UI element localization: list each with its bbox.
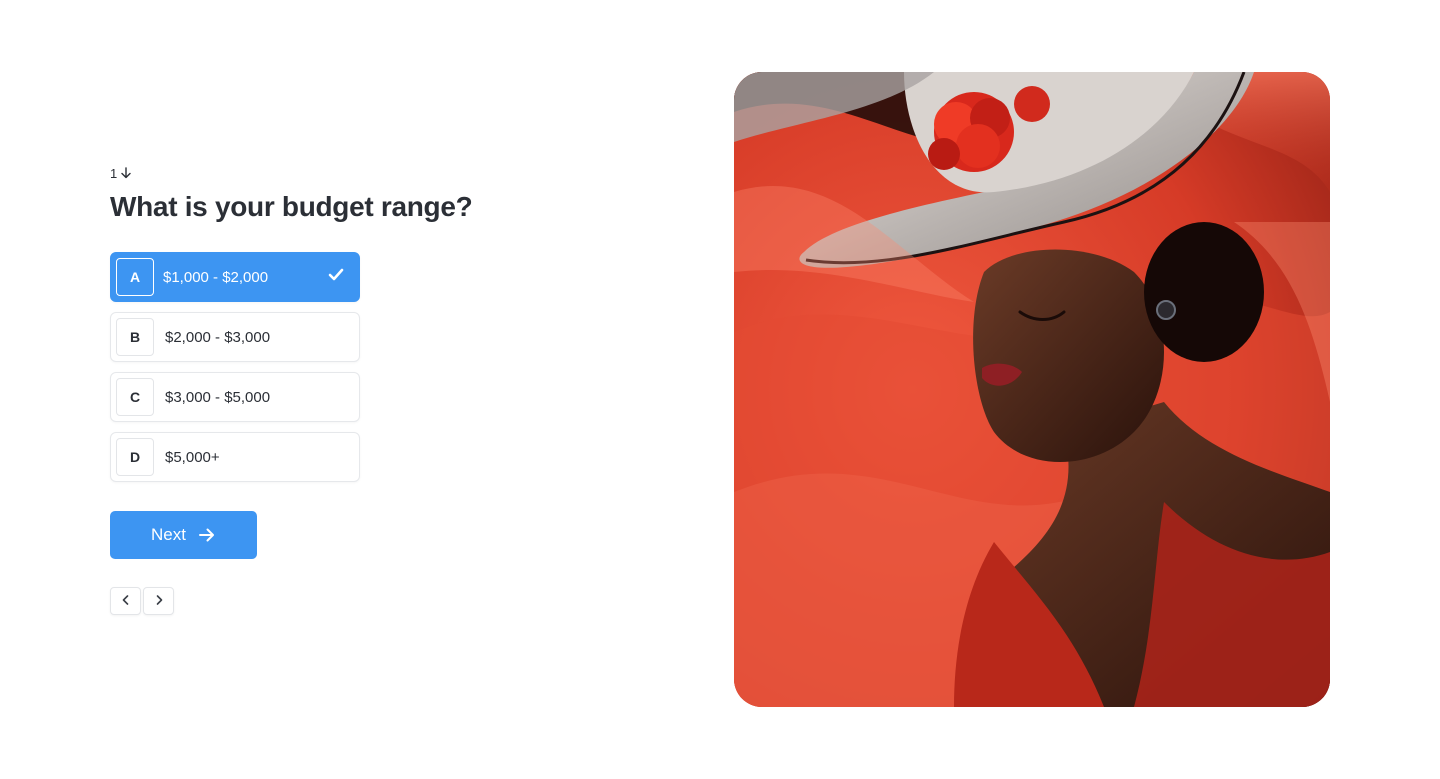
option-key: A [116, 258, 154, 296]
option-label: $5,000+ [165, 448, 220, 466]
question-pager [110, 587, 510, 615]
option-label: $1,000 - $2,000 [163, 268, 269, 286]
check-icon [328, 268, 344, 287]
option-key: B [116, 318, 154, 356]
arrow-right-icon [198, 527, 216, 543]
option-label: $2,000 - $3,000 [165, 328, 271, 346]
chevron-left-icon [120, 594, 132, 609]
question-title: What is your budget range? [110, 191, 473, 222]
next-button-label: Next [151, 525, 186, 544]
option-b[interactable]: B $2,000 - $3,000 [110, 312, 360, 362]
question-number: 1 [110, 163, 510, 183]
next-question-button[interactable] [143, 587, 174, 615]
option-label: $3,000 - $5,000 [165, 388, 271, 406]
question-form: 1 What is your budget range? A $1,000 - … [110, 163, 510, 615]
question-number-label: 1 [110, 165, 118, 181]
hero-image [734, 72, 1330, 707]
previous-question-button[interactable] [110, 587, 141, 615]
option-a[interactable]: A $1,000 - $2,000 [110, 252, 360, 302]
chevron-right-icon [153, 594, 165, 609]
option-d[interactable]: D $5,000+ [110, 432, 360, 482]
typeform-page: 1 What is your budget range? A $1,000 - … [0, 0, 1440, 779]
option-c[interactable]: C $3,000 - $5,000 [110, 372, 360, 422]
next-button[interactable]: Next [110, 511, 257, 559]
option-key: D [116, 438, 154, 476]
option-key: C [116, 378, 154, 416]
answer-options: A $1,000 - $2,000 B $2,000 - $3,000 C $3… [110, 252, 510, 482]
arrow-down-icon [119, 166, 133, 180]
